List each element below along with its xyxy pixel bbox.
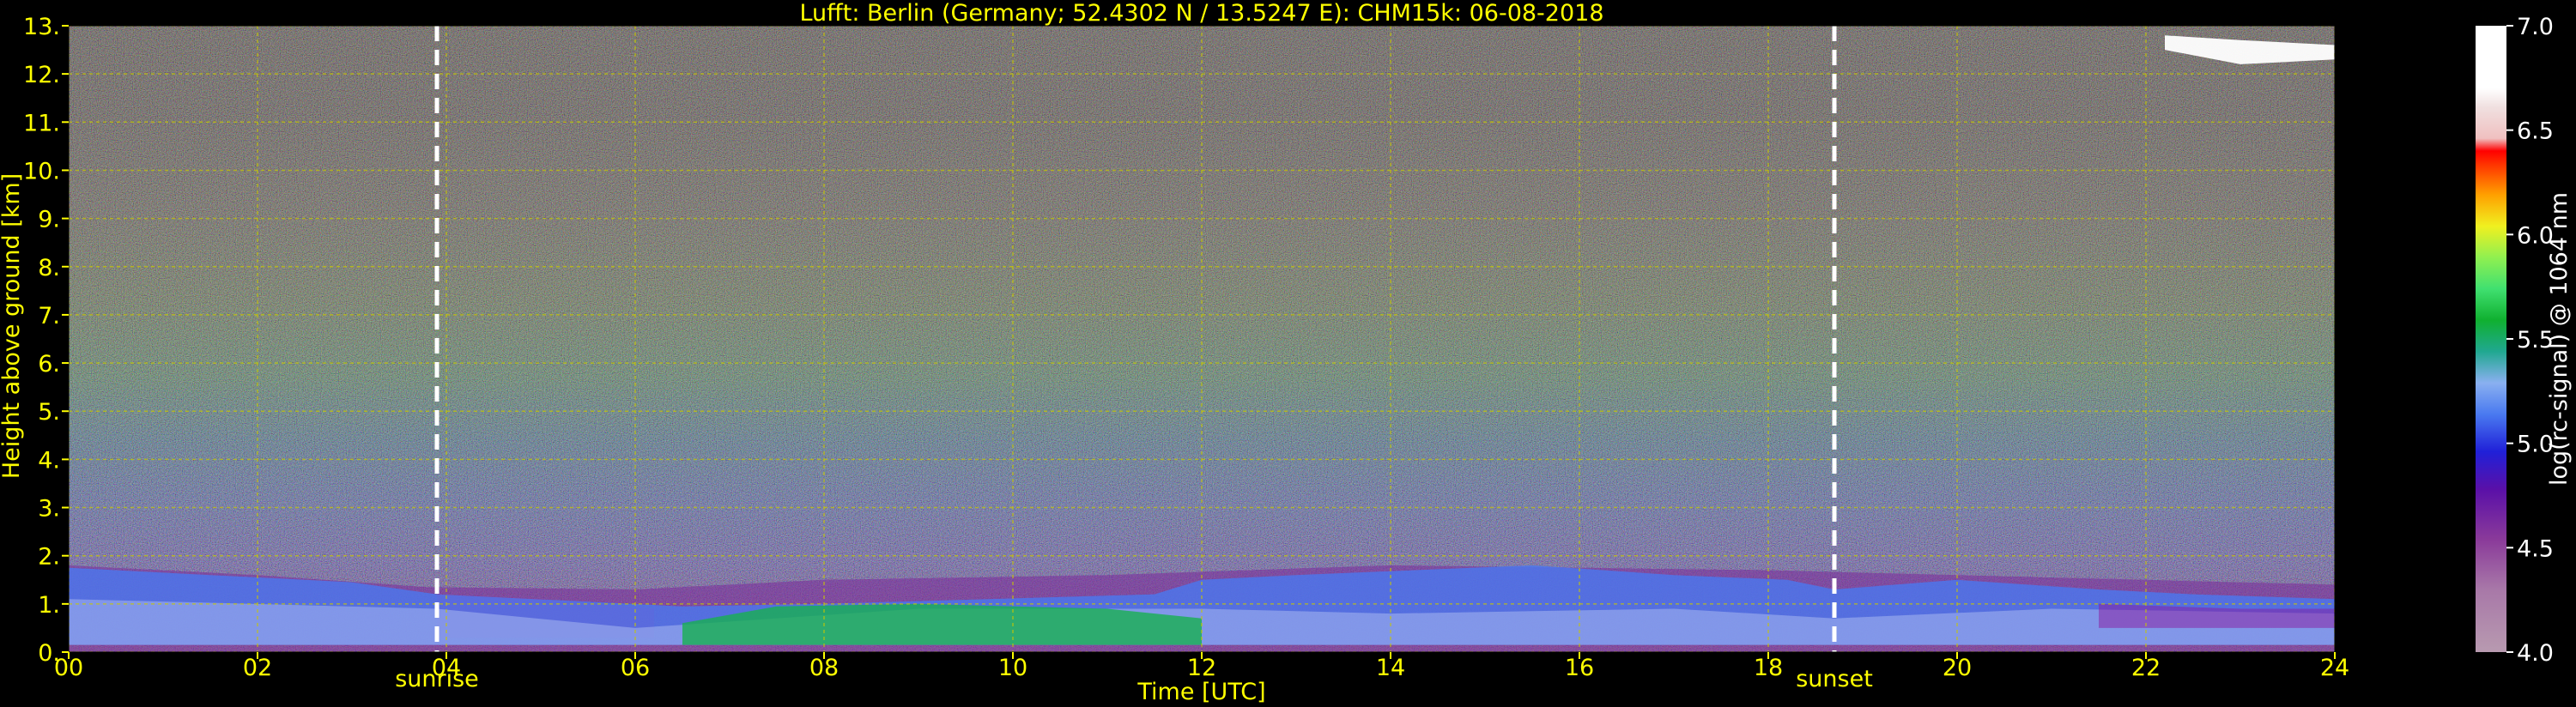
colorbar-tick-label: 6.5 [2517,118,2554,145]
y-tick-label: 5. [38,399,60,426]
y-tick-label: 13. [23,14,60,40]
x-tick-label: 24 [2320,655,2349,681]
y-tick-label: 6. [38,351,60,378]
ceilometer-chart: 00 02 04 06 08 10 12 14 16 18 20 22 24 0.1.2.3.4.5.6… [0,0,2573,705]
y-tick-label: 9. [38,207,60,233]
x-tick-label: 18 [1754,655,1783,681]
x-tick-label: 20 [1943,655,1972,681]
colorbar-tick-label: 4.0 [2517,640,2554,667]
colorbar-tick-label: 4.5 [2517,535,2554,562]
sunrise-label: sunrise [395,666,479,692]
x-tick-label: 16 [1565,655,1594,681]
y-tick-label: 11. [23,110,60,136]
x-tick-label: 10 [998,655,1027,681]
sunset-label: sunset [1796,666,1873,692]
y-tick-label: 10. [23,158,60,184]
x-tick-label: 02 [243,655,272,681]
y-axis-label: Height above ground [km] [0,173,25,479]
x-tick-label: 12 [1187,655,1216,681]
x-axis-label: Time [UTC] [1136,679,1265,705]
annotation-labels: sunrise sunset [395,666,1873,692]
y-tick-label: 2. [38,544,60,571]
y-tick-label: 0. [38,640,60,667]
y-tick-label: 12. [23,62,60,88]
chart-title: Lufft: Berlin (Germany; 52.4302 N / 13.5… [799,0,1603,27]
y-tick-label: 1. [38,592,60,619]
y-axis-ticks: 0. 1. 2. 3. 4. 5. 6. 7. 8. 9. 10. 11. 12. 13. [23,14,69,667]
x-tick-label: 08 [809,655,839,681]
colorbar: 4.04.55.05.56.06.57.0 log(rc-signal) @ 1… [2476,14,2573,667]
noise-texture [69,26,2335,652]
colorbar-scale [2476,26,2506,652]
x-tick-label: 14 [1376,655,1405,681]
colorbar-tick-label: 7.0 [2517,14,2554,40]
y-tick-label: 8. [38,255,60,281]
y-tick-label: 3. [38,496,60,523]
y-tick-label: 4. [38,447,60,474]
plot-area [69,26,2335,652]
x-tick-label: 06 [621,655,650,681]
x-tick-label: 22 [2131,655,2161,681]
colorbar-label: log(rc-signal) @ 1064 nm [2546,192,2573,486]
y-tick-label: 7. [38,303,60,329]
